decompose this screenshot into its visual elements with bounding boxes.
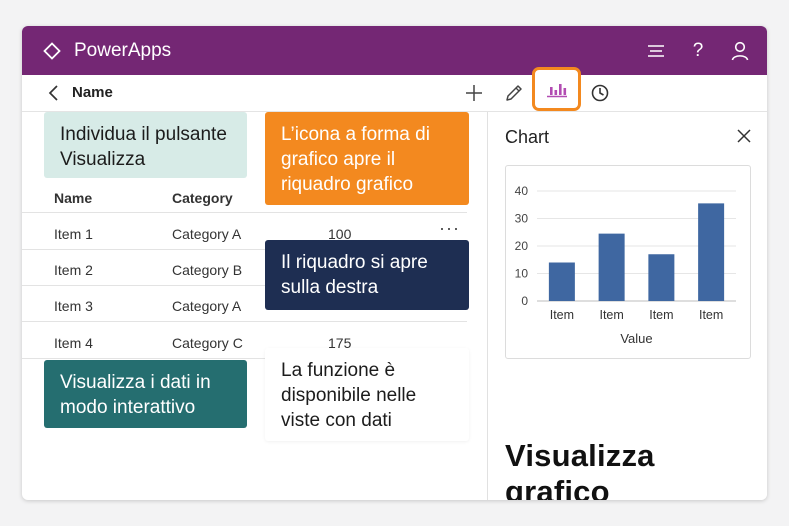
- y-tick-label: 10: [515, 267, 529, 281]
- app-window: PowerApps ? Name Name Category Item 1 Ca…: [22, 26, 767, 500]
- chart-bar: [648, 254, 675, 301]
- cell-name[interactable]: Item 1: [54, 226, 93, 242]
- cell-name[interactable]: Item 2: [54, 262, 93, 278]
- callout-find-button: Individua il pulsante Visualizza: [44, 112, 247, 178]
- chart-card: 0 10 20 30 40 Item Item Item Item Value: [505, 165, 751, 359]
- add-icon[interactable]: [462, 81, 486, 105]
- command-bar: Name: [22, 67, 767, 112]
- help-icon[interactable]: ?: [687, 40, 709, 62]
- x-tick-label: Item: [699, 308, 723, 322]
- row-divider: [22, 212, 467, 213]
- x-tick-label: Item: [599, 308, 623, 322]
- title-bar: PowerApps ?: [22, 26, 767, 75]
- cell-category[interactable]: Category C: [172, 335, 243, 351]
- app-title: PowerApps: [74, 40, 172, 61]
- y-tick-label: 20: [515, 239, 529, 253]
- x-tick-label: Item: [649, 308, 673, 322]
- cell-category[interactable]: Category A: [172, 298, 241, 314]
- data-grid: Name Category Item 1 Category A 100 ··· …: [22, 112, 485, 500]
- close-icon[interactable]: [736, 128, 752, 144]
- edit-icon[interactable]: [502, 81, 526, 105]
- callout-chart-icon: L’icona a forma di grafico apre il riqua…: [265, 112, 469, 205]
- y-tick-label: 0: [521, 294, 528, 308]
- x-tick-label: Item: [550, 308, 574, 322]
- chart-bar: [548, 262, 575, 301]
- cell-name[interactable]: Item 4: [54, 335, 93, 351]
- y-tick-label: 30: [515, 212, 529, 226]
- x-axis-label: Value: [620, 331, 652, 346]
- back-icon[interactable]: [46, 83, 62, 103]
- column-header-category[interactable]: Category: [172, 190, 233, 206]
- bar-chart-icon: [546, 84, 567, 98]
- column-header-name[interactable]: Name: [54, 190, 92, 206]
- powerapps-logo-icon: [43, 42, 61, 60]
- callout-pane-opens: Il riquadro si apre sulla destra: [265, 240, 469, 310]
- cell-category[interactable]: Category A: [172, 226, 241, 242]
- y-tick-label: 40: [515, 184, 529, 198]
- user-icon[interactable]: [729, 40, 751, 62]
- pane-caption: Visualizza grafico: [505, 438, 655, 500]
- field-name-label: Name: [72, 84, 113, 101]
- row-divider: [22, 321, 467, 322]
- callout-availability: La funzione è disponibile nelle viste co…: [265, 348, 469, 441]
- more-options-icon[interactable]: ···: [439, 218, 460, 239]
- bar-chart: 0 10 20 30 40 Item Item Item Item Value: [515, 184, 736, 346]
- pane-title: Chart: [505, 127, 550, 147]
- history-icon[interactable]: [588, 81, 612, 105]
- chart-bar: [698, 203, 725, 301]
- chart-pane: Chart 0 10 20 30 40 Item Item Item Item Value Vis…: [487, 112, 767, 500]
- chart-bar: [598, 233, 625, 301]
- settings-menu-icon[interactable]: [645, 40, 667, 62]
- callout-view-data: Visualizza i dati in modo interattivo: [44, 360, 247, 428]
- cell-name[interactable]: Item 3: [54, 298, 93, 314]
- chart-view-button[interactable]: [532, 67, 581, 111]
- cell-category[interactable]: Category B: [172, 262, 242, 278]
